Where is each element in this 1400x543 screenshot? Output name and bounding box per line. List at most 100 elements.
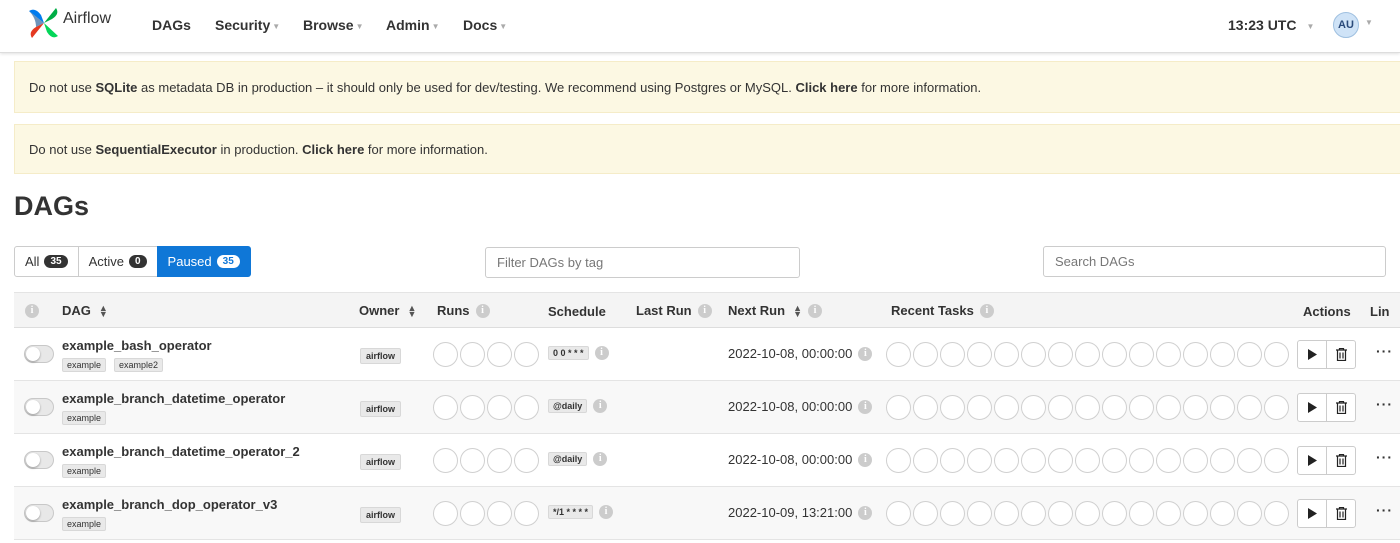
- owner-badge[interactable]: airflow: [360, 348, 402, 364]
- dag-name-link[interactable]: example_branch_datetime_operator_2: [62, 444, 300, 459]
- trigger-dag-button[interactable]: [1297, 340, 1327, 369]
- task-state-circle[interactable]: [1210, 395, 1235, 420]
- alert-click-here-link[interactable]: Click here: [302, 142, 364, 157]
- dag-name-link[interactable]: example_branch_datetime_operator: [62, 391, 285, 406]
- task-state-circle[interactable]: [886, 501, 911, 526]
- info-icon[interactable]: i: [858, 505, 873, 520]
- nav-security[interactable]: Security ▼: [215, 17, 280, 33]
- nav-admin[interactable]: Admin ▼: [386, 17, 439, 33]
- task-state-circle[interactable]: [1021, 395, 1046, 420]
- pause-toggle[interactable]: [24, 504, 54, 522]
- task-state-circle[interactable]: [1264, 501, 1289, 526]
- task-state-circle[interactable]: [913, 395, 938, 420]
- delete-dag-button[interactable]: [1326, 499, 1356, 528]
- info-icon[interactable]: i: [593, 452, 608, 466]
- task-state-circle[interactable]: [1075, 448, 1100, 473]
- task-state-circle[interactable]: [940, 342, 965, 367]
- task-state-circle[interactable]: [967, 448, 992, 473]
- run-state-circle[interactable]: [460, 395, 485, 420]
- more-links-icon[interactable]: ···: [1376, 449, 1393, 465]
- task-state-circle[interactable]: [940, 448, 965, 473]
- info-icon[interactable]: i: [858, 346, 873, 361]
- task-state-circle[interactable]: [1129, 342, 1154, 367]
- pause-toggle[interactable]: [24, 398, 54, 416]
- task-state-circle[interactable]: [1048, 395, 1073, 420]
- task-state-circle[interactable]: [967, 395, 992, 420]
- task-state-circle[interactable]: [1102, 448, 1127, 473]
- task-state-circle[interactable]: [1183, 501, 1208, 526]
- run-state-circle[interactable]: [514, 501, 539, 526]
- task-state-circle[interactable]: [913, 448, 938, 473]
- nav-dags[interactable]: DAGs: [152, 17, 191, 33]
- nav-docs[interactable]: Docs ▼: [463, 17, 507, 33]
- task-state-circle[interactable]: [1075, 395, 1100, 420]
- task-state-circle[interactable]: [1237, 395, 1262, 420]
- filter-active-button[interactable]: Active 0: [77, 246, 158, 277]
- task-state-circle[interactable]: [994, 448, 1019, 473]
- task-state-circle[interactable]: [940, 501, 965, 526]
- task-state-circle[interactable]: [886, 342, 911, 367]
- run-state-circle[interactable]: [433, 448, 458, 473]
- run-state-circle[interactable]: [487, 448, 512, 473]
- task-state-circle[interactable]: [1156, 501, 1181, 526]
- trigger-dag-button[interactable]: [1297, 393, 1327, 422]
- task-state-circle[interactable]: [913, 501, 938, 526]
- task-state-circle[interactable]: [994, 501, 1019, 526]
- dag-tag[interactable]: example: [62, 411, 107, 425]
- task-state-circle[interactable]: [967, 342, 992, 367]
- task-state-circle[interactable]: [1264, 448, 1289, 473]
- timezone-clock[interactable]: 13:23 UTC ▼: [1228, 17, 1314, 33]
- dag-name-link[interactable]: example_branch_dop_operator_v3: [62, 497, 277, 512]
- run-state-circle[interactable]: [514, 342, 539, 367]
- owner-badge[interactable]: airflow: [360, 454, 402, 470]
- run-state-circle[interactable]: [514, 395, 539, 420]
- task-state-circle[interactable]: [1129, 448, 1154, 473]
- dag-tag[interactable]: example2: [114, 358, 164, 372]
- task-state-circle[interactable]: [1237, 448, 1262, 473]
- column-dag[interactable]: DAG ▲ ▼: [62, 303, 108, 318]
- task-state-circle[interactable]: [1237, 501, 1262, 526]
- search-dags-input[interactable]: [1043, 246, 1386, 277]
- pause-toggle[interactable]: [24, 451, 54, 469]
- info-icon[interactable]: i: [593, 399, 608, 413]
- task-state-circle[interactable]: [1021, 501, 1046, 526]
- task-state-circle[interactable]: [1129, 501, 1154, 526]
- dag-tag[interactable]: example: [62, 358, 107, 372]
- info-icon[interactable]: i: [599, 505, 614, 519]
- owner-badge[interactable]: airflow: [360, 507, 402, 523]
- column-owner[interactable]: Owner ▲ ▼: [359, 303, 416, 318]
- task-state-circle[interactable]: [1237, 342, 1262, 367]
- filter-all-button[interactable]: All 35: [14, 246, 79, 277]
- task-state-circle[interactable]: [1156, 448, 1181, 473]
- task-state-circle[interactable]: [1183, 342, 1208, 367]
- task-state-circle[interactable]: [1048, 501, 1073, 526]
- task-state-circle[interactable]: [886, 395, 911, 420]
- task-state-circle[interactable]: [1156, 342, 1181, 367]
- task-state-circle[interactable]: [1264, 395, 1289, 420]
- task-state-circle[interactable]: [1129, 395, 1154, 420]
- more-links-icon[interactable]: ···: [1376, 502, 1393, 518]
- run-state-circle[interactable]: [460, 448, 485, 473]
- info-icon[interactable]: i: [807, 303, 822, 318]
- info-icon[interactable]: i: [858, 452, 873, 467]
- info-icon[interactable]: i: [858, 399, 873, 414]
- run-state-circle[interactable]: [433, 342, 458, 367]
- task-state-circle[interactable]: [1156, 395, 1181, 420]
- chevron-down-icon[interactable]: ▼: [1365, 18, 1373, 27]
- brand[interactable]: Airflow: [27, 5, 111, 41]
- run-state-circle[interactable]: [514, 448, 539, 473]
- more-links-icon[interactable]: ···: [1376, 343, 1393, 359]
- nav-browse[interactable]: Browse ▼: [303, 17, 364, 33]
- task-state-circle[interactable]: [1048, 448, 1073, 473]
- run-state-circle[interactable]: [433, 501, 458, 526]
- task-state-circle[interactable]: [1102, 501, 1127, 526]
- dag-tag[interactable]: example: [62, 517, 107, 531]
- column-next-run[interactable]: Next Run ▲ ▼ i: [728, 303, 822, 318]
- delete-dag-button[interactable]: [1326, 446, 1356, 475]
- tag-filter-input[interactable]: [485, 247, 800, 278]
- task-state-circle[interactable]: [1075, 501, 1100, 526]
- task-state-circle[interactable]: [886, 448, 911, 473]
- run-state-circle[interactable]: [460, 342, 485, 367]
- info-icon[interactable]: i: [594, 346, 609, 360]
- more-links-icon[interactable]: ···: [1376, 396, 1393, 412]
